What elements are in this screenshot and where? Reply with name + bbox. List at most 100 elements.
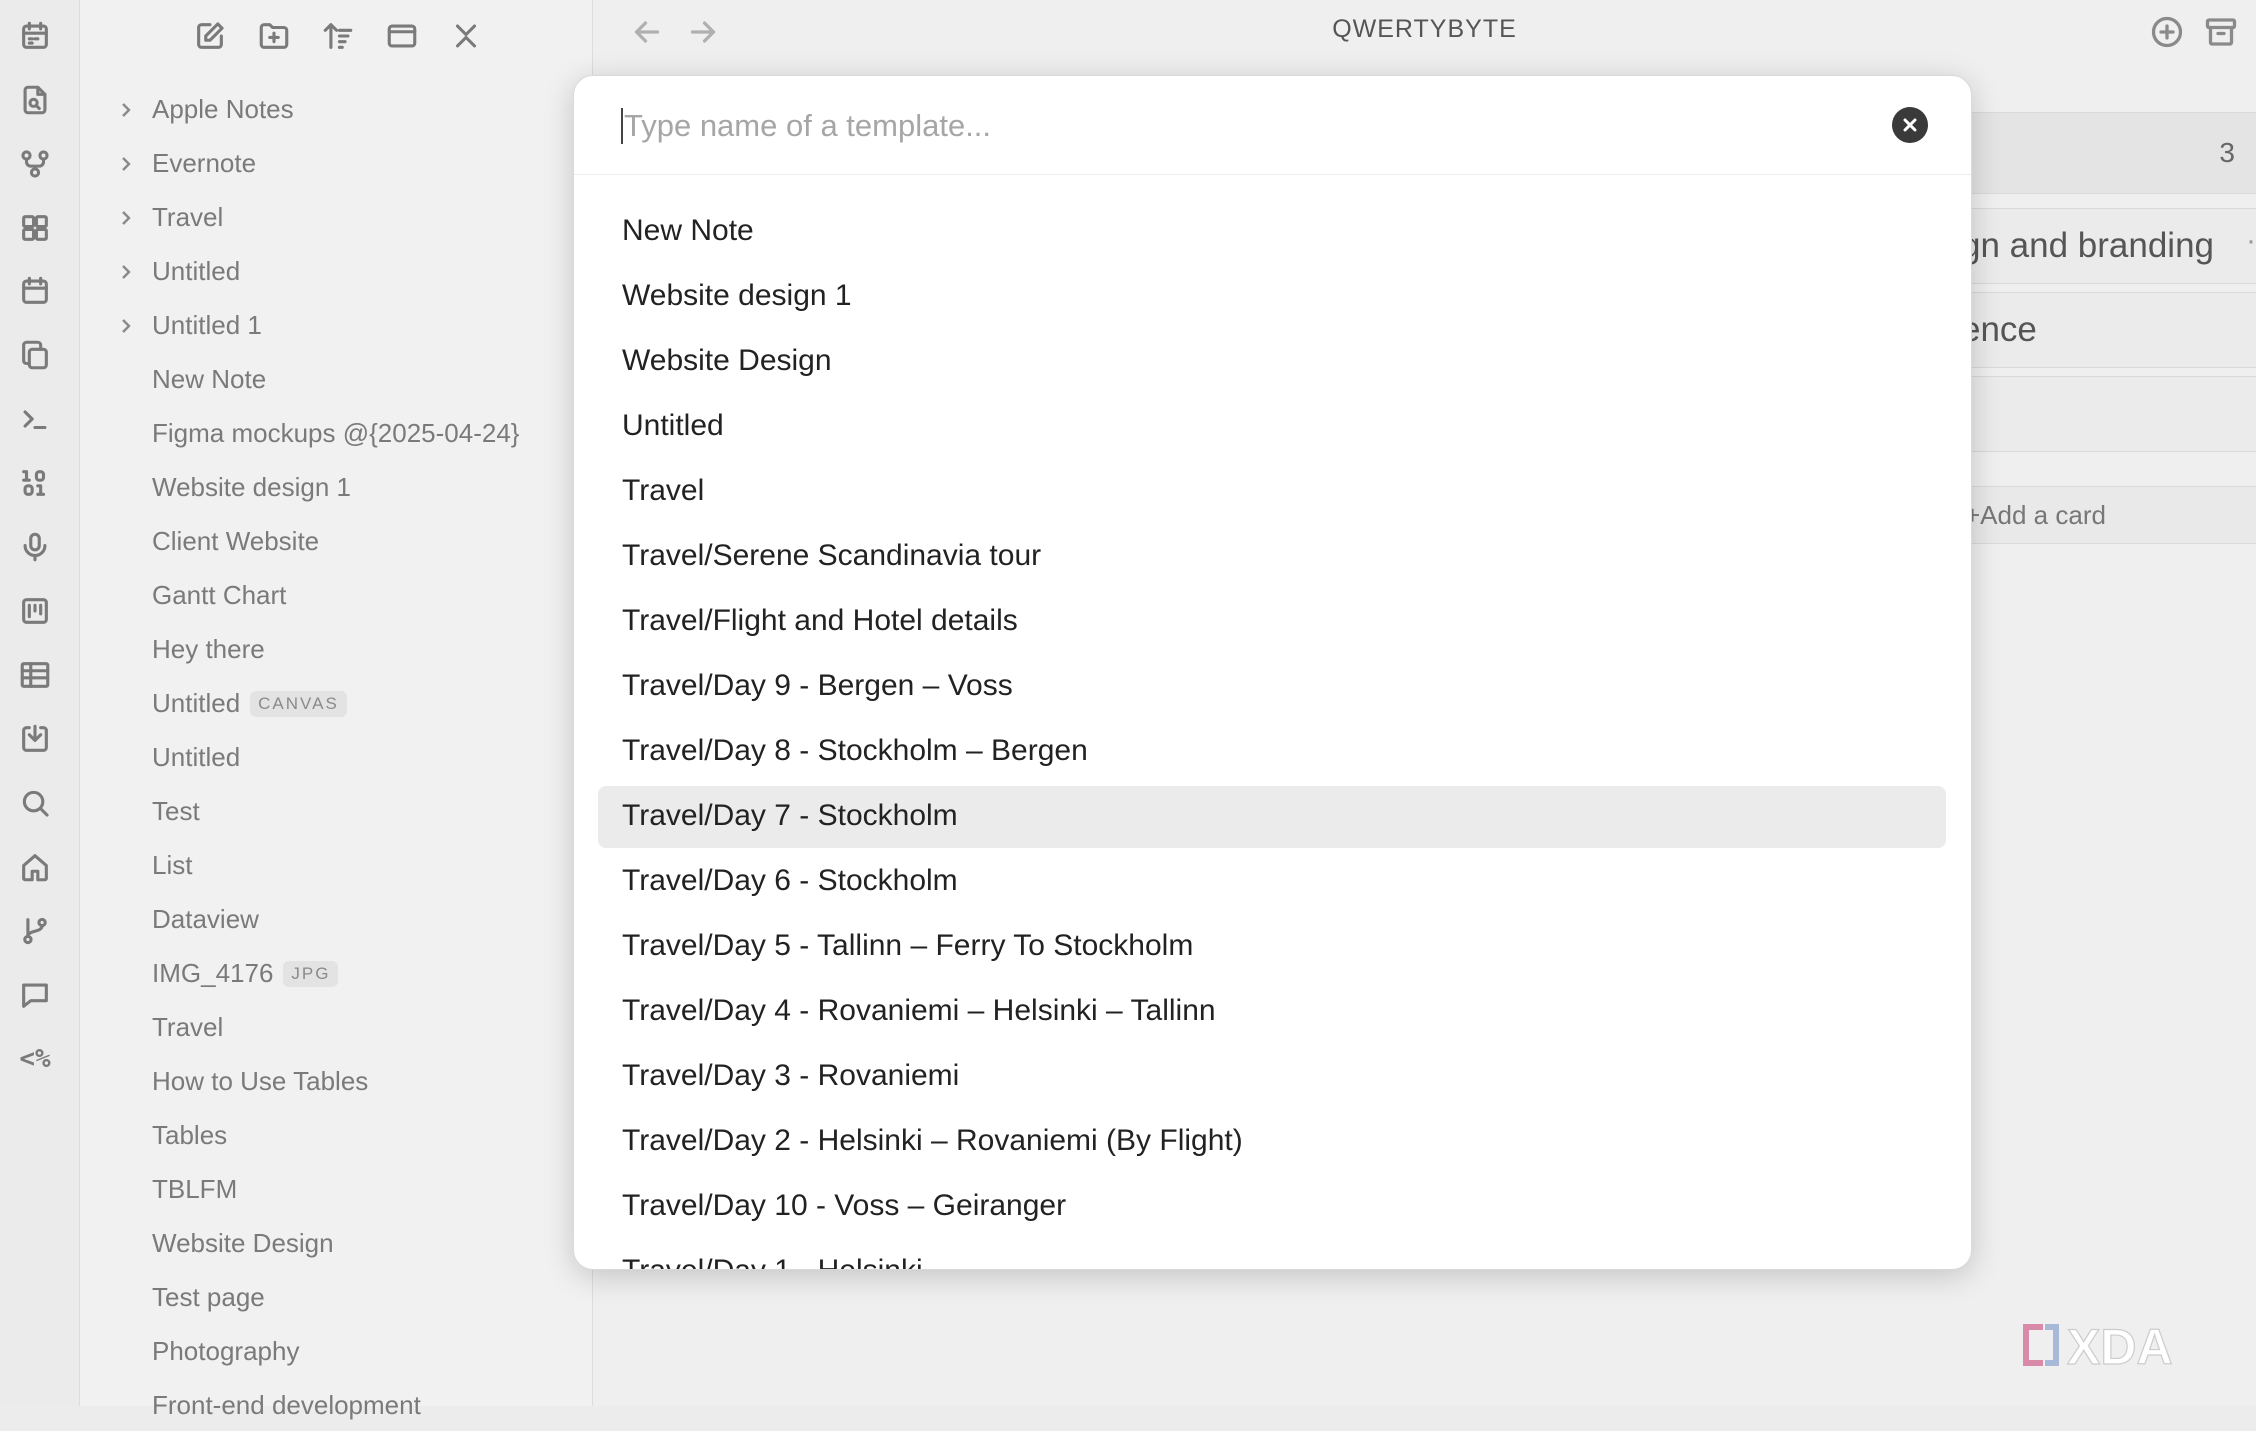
file-item[interactable]: Travel <box>80 1003 592 1053</box>
file-type-badge: JPG <box>283 961 339 987</box>
copy-icon[interactable] <box>14 334 56 376</box>
template-option-label: Travel/Day 7 - Stockholm <box>622 799 958 832</box>
folder-item[interactable]: Evernote <box>80 139 592 189</box>
collapse-view-icon[interactable] <box>380 14 424 58</box>
add-circle-icon[interactable] <box>2149 14 2185 50</box>
file-label: IMG_4176 JPG <box>152 958 339 989</box>
file-item[interactable]: Test page <box>80 1273 592 1323</box>
left-ribbon: <% <box>0 0 80 1406</box>
template-option[interactable]: Untitled <box>598 396 1946 458</box>
template-option[interactable]: Travel <box>598 461 1946 523</box>
kanban-card-title: gn and branding <box>1961 226 2214 265</box>
template-option[interactable]: Website design 1 <box>598 266 1946 328</box>
file-type-badge: CANVAS <box>250 691 347 717</box>
file-label: Untitled <box>152 256 240 287</box>
file-name: List <box>152 850 193 880</box>
file-item[interactable]: Photography <box>80 1327 592 1377</box>
dashboard-icon[interactable] <box>14 207 56 249</box>
file-name: Travel <box>152 1012 224 1042</box>
template-option[interactable]: Travel/Day 4 - Rovaniemi – Helsinki – Ta… <box>598 981 1946 1043</box>
file-item[interactable]: Figma mockups @{2025-04-24} <box>80 409 592 459</box>
template-option[interactable]: Travel/Day 7 - Stockholm <box>598 786 1946 848</box>
chat-icon[interactable] <box>14 974 56 1016</box>
folder-item[interactable]: Untitled 1 <box>80 301 592 351</box>
file-item[interactable]: How to Use Tables <box>80 1057 592 1107</box>
microphone-icon[interactable] <box>14 526 56 568</box>
file-item[interactable]: IMG_4176 JPG <box>80 949 592 999</box>
file-label: Photography <box>152 1336 299 1367</box>
chevron-right-icon[interactable] <box>114 206 138 230</box>
file-item[interactable]: List <box>80 841 592 891</box>
templater-icon[interactable]: <% <box>14 1038 56 1080</box>
search-icon[interactable] <box>14 782 56 824</box>
svg-text:XDA: XDA <box>2067 1319 2173 1375</box>
add-card-button[interactable]: +Add a card <box>1963 486 2256 544</box>
template-option[interactable]: Travel/Day 1 - Helsinki <box>598 1241 1946 1269</box>
file-item[interactable]: TBLFM <box>80 1165 592 1215</box>
calendar-2-icon[interactable] <box>14 270 56 312</box>
template-option-label: Travel/Day 5 - Tallinn – Ferry To Stockh… <box>622 929 1194 962</box>
import-icon[interactable] <box>14 718 56 760</box>
card-more-icon[interactable]: · <box>2246 224 2256 258</box>
file-item[interactable]: Client Website <box>80 517 592 567</box>
table-icon[interactable] <box>14 654 56 696</box>
terminal-icon[interactable] <box>14 398 56 440</box>
template-option[interactable]: Website Design <box>598 331 1946 393</box>
template-option[interactable]: Travel/Day 9 - Bergen – Voss <box>598 656 1946 718</box>
file-name: Apple Notes <box>152 94 294 124</box>
file-label: Untitled <box>152 742 240 773</box>
close-icon[interactable] <box>444 14 488 58</box>
binary-icon[interactable] <box>14 462 56 504</box>
template-search-input[interactable] <box>622 98 1826 154</box>
file-item[interactable]: Test <box>80 787 592 837</box>
file-item[interactable]: Untitled CANVAS <box>80 679 592 729</box>
file-item[interactable]: Dataview <box>80 895 592 945</box>
archive-icon[interactable] <box>2203 14 2239 50</box>
chevron-right-icon[interactable] <box>114 98 138 122</box>
template-option[interactable]: New Note <box>598 201 1946 263</box>
file-item[interactable]: Hey there <box>80 625 592 675</box>
template-option[interactable]: Travel/Flight and Hotel details <box>598 591 1946 653</box>
file-name: Travel <box>152 202 224 232</box>
folder-item[interactable]: Untitled <box>80 247 592 297</box>
file-item[interactable]: Untitled <box>80 733 592 783</box>
file-label: Dataview <box>152 904 259 935</box>
clear-search-icon[interactable] <box>1892 107 1928 143</box>
git-branch-icon[interactable] <box>14 910 56 952</box>
template-option[interactable]: Travel/Day 2 - Helsinki – Rovaniemi (By … <box>598 1111 1946 1173</box>
template-option[interactable]: Travel/Day 6 - Stockholm <box>598 851 1946 913</box>
text-caret <box>621 108 623 144</box>
file-item[interactable]: Front-end development <box>80 1381 592 1431</box>
folder-item[interactable]: Apple Notes <box>80 85 592 135</box>
kanban-card-title: ence <box>1961 310 2037 349</box>
template-search-row <box>574 76 1971 175</box>
file-item[interactable]: New Note <box>80 355 592 405</box>
template-option[interactable]: Travel/Serene Scandinavia tour <box>598 526 1946 588</box>
templater-label: <% <box>19 1044 51 1074</box>
search-file-icon[interactable] <box>14 79 56 121</box>
add-card-label: +Add a card <box>1965 500 2106 530</box>
new-folder-icon[interactable] <box>252 14 296 58</box>
chevron-right-icon[interactable] <box>114 152 138 176</box>
new-note-icon[interactable] <box>188 14 232 58</box>
file-item[interactable]: Website design 1 <box>80 463 592 513</box>
template-option[interactable]: Travel/Day 10 - Voss – Geiranger <box>598 1176 1946 1238</box>
template-option[interactable]: Travel/Day 3 - Rovaniemi <box>598 1046 1946 1108</box>
calendar-icon[interactable] <box>14 15 56 57</box>
template-option[interactable]: Travel/Day 8 - Stockholm – Bergen <box>598 721 1946 783</box>
sort-icon[interactable] <box>316 14 360 58</box>
file-item[interactable]: Tables <box>80 1111 592 1161</box>
file-name: Photography <box>152 1336 300 1366</box>
file-label: Website Design <box>152 1228 334 1259</box>
kanban-card[interactable] <box>1963 376 2256 452</box>
file-label: Website design 1 <box>152 472 351 503</box>
template-option[interactable]: Travel/Day 5 - Tallinn – Ferry To Stockh… <box>598 916 1946 978</box>
folder-item[interactable]: Travel <box>80 193 592 243</box>
chevron-right-icon[interactable] <box>114 314 138 338</box>
kanban-icon[interactable] <box>14 590 56 632</box>
chevron-right-icon[interactable] <box>114 260 138 284</box>
file-item[interactable]: Gantt Chart <box>80 571 592 621</box>
home-icon[interactable] <box>14 846 56 888</box>
graph-icon[interactable] <box>14 143 56 185</box>
file-item[interactable]: Website Design <box>80 1219 592 1269</box>
